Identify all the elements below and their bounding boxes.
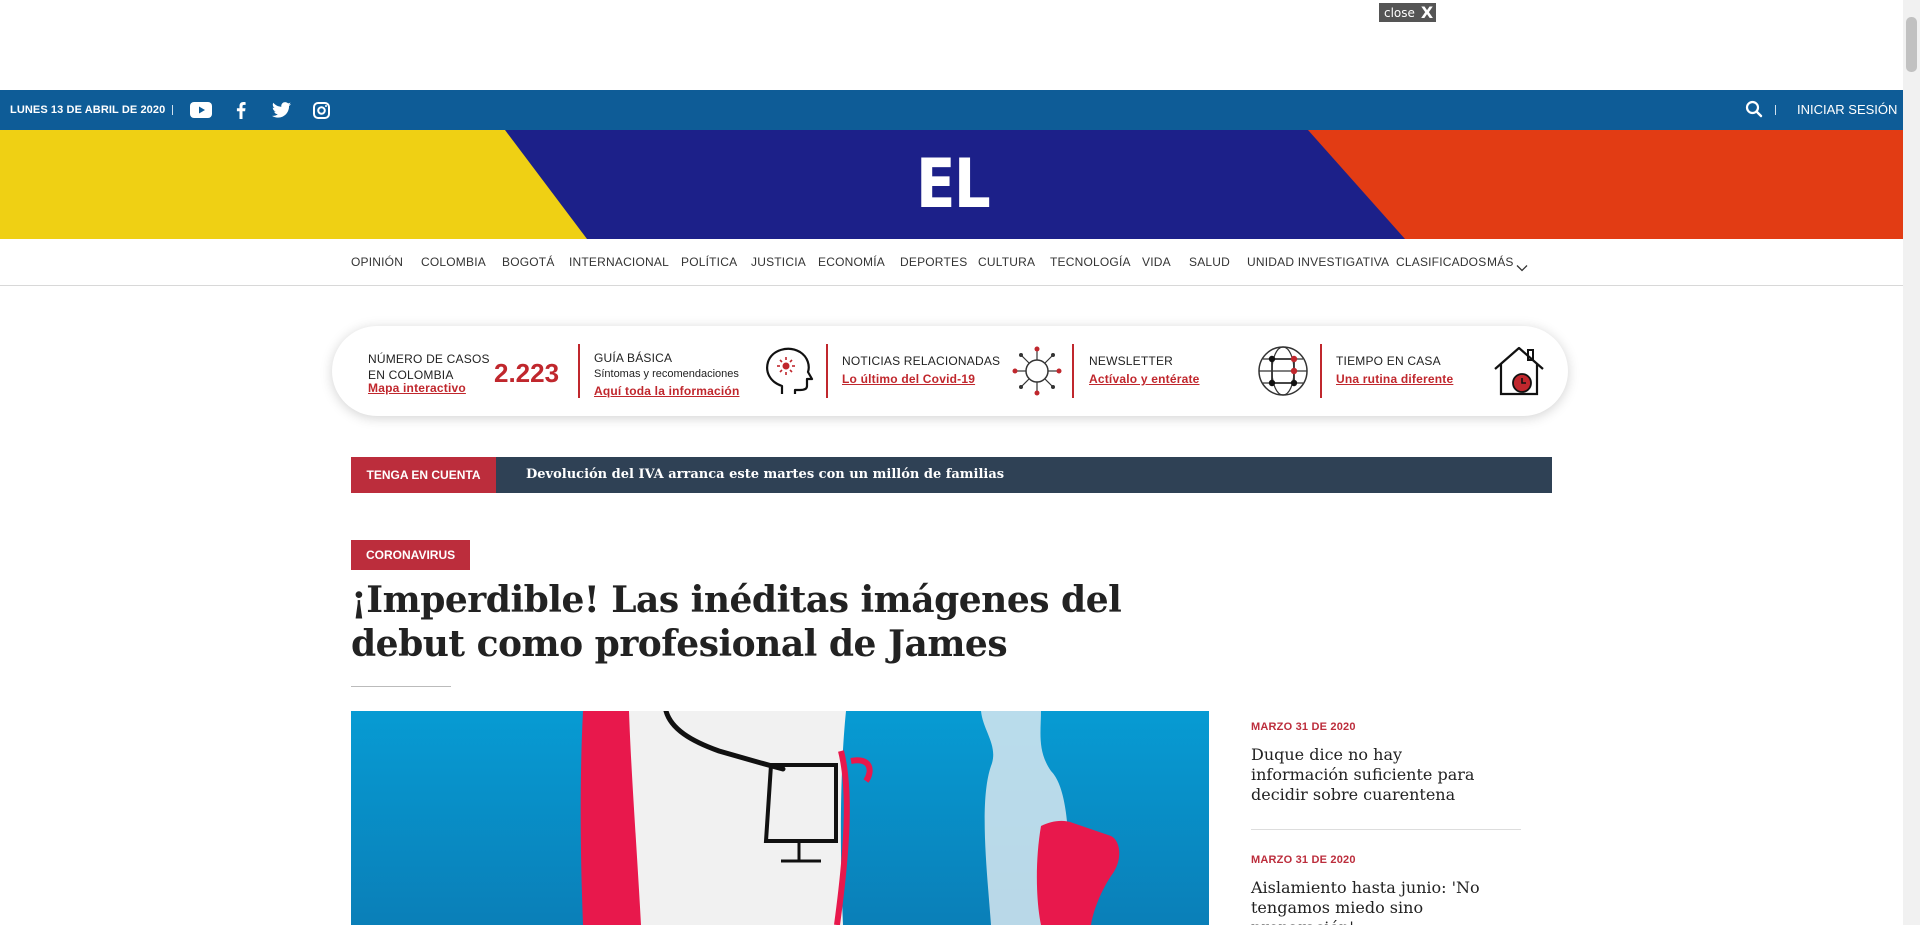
top-bar: LUNES 13 DE ABRIL DE 2020 INICIAR SESIÓN [0, 90, 1903, 130]
ad-close-label: close [1384, 5, 1415, 20]
sidebar-item-title[interactable]: Duque dice no hay información suficiente… [1251, 745, 1501, 805]
facebook-icon[interactable] [230, 100, 252, 120]
sidebar-divider [1251, 829, 1521, 830]
divider [578, 344, 580, 398]
related-news-title: NOTICIAS RELACIONADAS [842, 354, 1001, 368]
nav-item-tecnologia[interactable]: TECNOLOGÍA [1050, 239, 1131, 286]
nav-item-cultura[interactable]: CULTURA [978, 239, 1035, 286]
home-time-link[interactable]: Una rutina diferente [1336, 372, 1453, 386]
hero-image[interactable] [351, 711, 1209, 925]
current-date: LUNES 13 DE ABRIL DE 2020 [10, 104, 166, 116]
divider [172, 105, 173, 115]
instagram-icon[interactable] [310, 100, 332, 120]
close-icon: X [1420, 2, 1434, 22]
globe-network-icon [1256, 344, 1310, 403]
nav-item-mas[interactable]: MÁS [1487, 239, 1514, 286]
sidebar-item-title[interactable]: Aislamiento hasta junio: 'No tengamos mi… [1251, 878, 1501, 925]
section-tag[interactable]: CORONAVIRUS [351, 540, 471, 570]
sidebar-item-date: MARZO 31 DE 2020 [1251, 721, 1356, 733]
main-headline[interactable]: ¡Imperdible! Las inéditas imágenes del d… [351, 578, 1201, 666]
youtube-icon[interactable] [190, 100, 212, 120]
masthead: EL TIEMPO [0, 130, 1903, 239]
scrollbar[interactable] [1903, 0, 1920, 925]
sidebar-item-date: MARZO 31 DE 2020 [1251, 854, 1356, 866]
nav-item-deportes[interactable]: DEPORTES [900, 239, 967, 286]
nav-item-salud[interactable]: SALUD [1189, 239, 1230, 286]
nav-item-unidad-investigativa[interactable]: UNIDAD INVESTIGATIVA [1247, 239, 1389, 286]
house-clock-icon [1492, 344, 1546, 403]
interactive-map-link[interactable]: Mapa interactivo [368, 381, 466, 395]
ad-slot: close X [0, 0, 1903, 90]
tenga-headline-link[interactable]: Devolución del IVA arranca este martes c… [526, 457, 1004, 493]
twitter-icon[interactable] [270, 100, 292, 120]
tenga-en-cuenta-bar: TENGA EN CUENTA Devolución del IVA arran… [351, 457, 1552, 493]
cases-title: NÚMERO DE CASOS [368, 352, 490, 366]
site-logo[interactable]: EL TIEMPO [797, 130, 1107, 239]
login-link[interactable]: INICIAR SESIÓN [1797, 90, 1897, 130]
search-icon[interactable] [1745, 100, 1765, 120]
nav-item-opinion[interactable]: OPINIÓN [351, 239, 403, 286]
guide-subtitle: Síntomas y recomendaciones [594, 368, 739, 380]
virus-icon [1010, 344, 1064, 403]
divider [1320, 344, 1322, 398]
newsletter-title: NEWSLETTER [1089, 354, 1174, 368]
hero-illustration [351, 711, 1209, 925]
related-news-link[interactable]: Lo último del Covid-19 [842, 372, 975, 386]
ad-close-button[interactable]: close X [1379, 2, 1437, 22]
nav-item-politica[interactable]: POLÍTICA [681, 239, 737, 286]
scrollbar-thumb[interactable] [1906, 17, 1917, 72]
main-nav: OPINIÓN COLOMBIA BOGOTÁ INTERNACIONAL PO… [0, 239, 1903, 286]
cases-count: 2.223 [494, 358, 560, 388]
divider [1775, 105, 1776, 115]
home-time-title: TIEMPO EN CASA [1336, 354, 1441, 368]
newsletter-link[interactable]: Actívalo y entérate [1089, 372, 1200, 386]
nav-item-colombia[interactable]: COLOMBIA [421, 239, 486, 286]
guide-link[interactable]: Aquí toda la información [594, 384, 739, 398]
head-icon [762, 344, 816, 403]
tenga-label: TENGA EN CUENTA [351, 457, 496, 493]
covid-info-strip: NÚMERO DE CASOS EN COLOMBIA Mapa interac… [332, 326, 1568, 416]
nav-item-internacional[interactable]: INTERNACIONAL [569, 239, 669, 286]
nav-item-economia[interactable]: ECONOMÍA [818, 239, 885, 286]
nav-item-vida[interactable]: VIDA [1142, 239, 1171, 286]
page: close X LUNES 13 DE ABRIL DE 2020 INICIA… [0, 0, 1920, 925]
nav-item-clasificados[interactable]: CLASIFICADOS [1396, 239, 1486, 286]
headline-rule [351, 686, 451, 687]
guide-title: GUÍA BÁSICA [594, 351, 673, 365]
nav-item-bogota[interactable]: BOGOTÁ [502, 239, 555, 286]
chevron-down-icon[interactable] [1516, 259, 1528, 272]
nav-item-justicia[interactable]: JUSTICIA [751, 239, 806, 286]
divider [826, 344, 828, 398]
divider [1072, 344, 1074, 398]
